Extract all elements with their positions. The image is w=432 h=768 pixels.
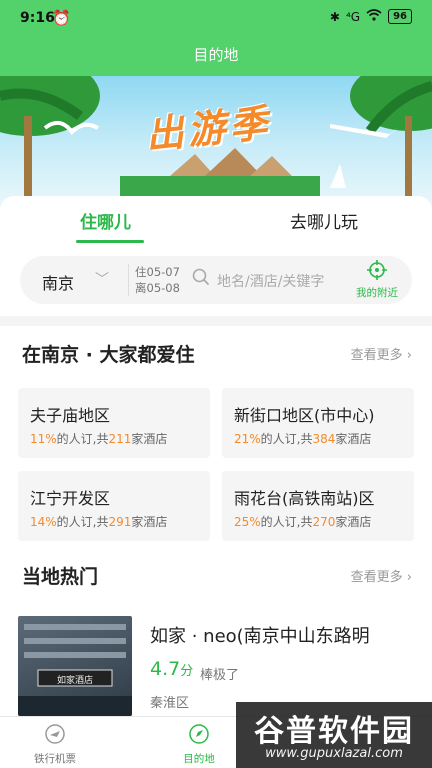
hotel-facade-illustration: [18, 624, 132, 716]
area-stats: 14%的人订,共291家酒店: [30, 513, 167, 530]
hotel-sign: 如家酒店: [56, 676, 93, 686]
area-count: 211: [108, 432, 132, 446]
checkin-date: 住05-07: [135, 265, 180, 279]
more-label: 查看更多: [350, 570, 403, 585]
app-header: 9:16 ⏰ ✱ ⁴G 96 目的地: [0, 0, 432, 76]
bluetooth-icon: ✱: [329, 9, 340, 24]
promo-banner[interactable]: 出游季: [0, 76, 432, 206]
area-percent: 11%: [30, 432, 57, 446]
hotel-name[interactable]: 如家 · neo(南京中山东路明: [150, 622, 412, 648]
area-stats: 21%的人订,共384家酒店: [234, 430, 371, 447]
area-card[interactable]: 夫子庙地区 11%的人订,共211家酒店: [18, 388, 210, 458]
battery-indicator: 96: [388, 9, 412, 24]
hotel-district: 秦淮区: [150, 696, 190, 711]
area-text: 家酒店: [131, 515, 168, 529]
status-time: 9:16: [20, 10, 55, 26]
wifi-icon: [366, 9, 382, 24]
bottom-nav-destination[interactable]: 目的地: [154, 723, 244, 766]
hotel-score: 4.7分: [150, 658, 193, 680]
hotel-photo[interactable]: 如家酒店: [18, 616, 132, 716]
chevron-down-icon[interactable]: ﹀: [95, 269, 109, 289]
locate-icon: [367, 260, 387, 284]
area-name: 雨花台(高铁南站)区: [234, 489, 375, 508]
tab-stay[interactable]: 住哪儿: [80, 208, 131, 233]
plane-train-icon: [44, 724, 66, 749]
area-percent: 21%: [234, 432, 261, 446]
status-bar: 9:16 ⏰ ✱ ⁴G 96: [0, 0, 432, 36]
local-hot-title: 当地热门: [22, 566, 99, 588]
nearby-label: 我的附近: [356, 287, 398, 299]
active-tab-indicator: [76, 240, 144, 243]
area-text: 家酒店: [131, 432, 168, 446]
watermark-url: www.gupuxlazal.com: [265, 746, 403, 761]
area-text: 的人订,共: [56, 515, 109, 529]
search-icon: [192, 268, 210, 290]
local-hot-more-link[interactable]: 查看更多 ›: [351, 566, 412, 585]
section-divider: [0, 316, 432, 326]
area-stats: 25%的人订,共270家酒店: [234, 513, 371, 530]
area-count: 291: [108, 515, 132, 529]
score-value: 4.7: [150, 658, 181, 680]
nearby-button[interactable]: 我的附近: [350, 260, 404, 300]
area-count: 270: [312, 515, 336, 529]
checkout-date: 离05-08: [135, 281, 180, 295]
bottom-nav-tickets[interactable]: 铁行机票: [10, 723, 100, 766]
hotel-rating-label: 棒极了: [200, 668, 240, 683]
bottom-nav-label: 铁行机票: [34, 753, 76, 765]
popular-areas-more-link[interactable]: 查看更多 ›: [351, 344, 412, 363]
alarm-icon: ⏰: [52, 9, 71, 27]
area-name: 夫子庙地区: [30, 406, 111, 425]
bottom-nav-label: 目的地: [183, 753, 215, 765]
hotel-search-bar: 南京 ﹀ 住05-07 离05-08 地名/酒店/关键字 我的附近: [20, 256, 412, 304]
status-icons: ✱ ⁴G 96: [330, 9, 412, 24]
area-card[interactable]: 江宁开发区 14%的人订,共291家酒店: [18, 471, 210, 541]
date-selector[interactable]: 住05-07 离05-08: [128, 264, 180, 296]
site-watermark: 谷普软件园 www.gupuxlazal.com: [236, 702, 432, 768]
area-stats: 11%的人订,共211家酒店: [30, 430, 167, 447]
area-text: 家酒店: [335, 432, 372, 446]
area-text: 家酒店: [335, 515, 372, 529]
area-count: 384: [312, 432, 336, 446]
area-text: 的人订,共: [260, 432, 313, 446]
area-percent: 25%: [234, 515, 261, 529]
area-text: 的人订,共: [260, 515, 313, 529]
popular-areas-title: 在南京 · 大家都爱住: [22, 344, 195, 366]
signal-icon: ⁴G: [345, 9, 361, 24]
page-title: 目的地: [193, 46, 239, 64]
main-panel: 住哪儿 去哪儿玩 南京 ﹀ 住05-07 离05-08 地名/酒店/关键字 我的…: [0, 196, 432, 716]
area-percent: 14%: [30, 515, 57, 529]
chevron-right-icon: ›: [406, 348, 412, 363]
area-text: 的人订,共: [56, 432, 109, 446]
compass-icon: [188, 724, 210, 749]
chevron-right-icon: ›: [406, 570, 412, 585]
area-card[interactable]: 雨花台(高铁南站)区 25%的人订,共270家酒店: [222, 471, 414, 541]
city-selector[interactable]: 南京: [42, 270, 74, 294]
search-input[interactable]: 地名/酒店/关键字: [217, 271, 324, 291]
tab-play[interactable]: 去哪儿玩: [290, 208, 358, 233]
more-label: 查看更多: [350, 348, 403, 363]
area-name: 江宁开发区: [30, 489, 111, 508]
area-card[interactable]: 新街口地区(市中心) 21%的人订,共384家酒店: [222, 388, 414, 458]
score-unit: 分: [180, 664, 194, 679]
area-name: 新街口地区(市中心): [234, 406, 375, 425]
watermark-title: 谷普软件园: [254, 714, 414, 749]
